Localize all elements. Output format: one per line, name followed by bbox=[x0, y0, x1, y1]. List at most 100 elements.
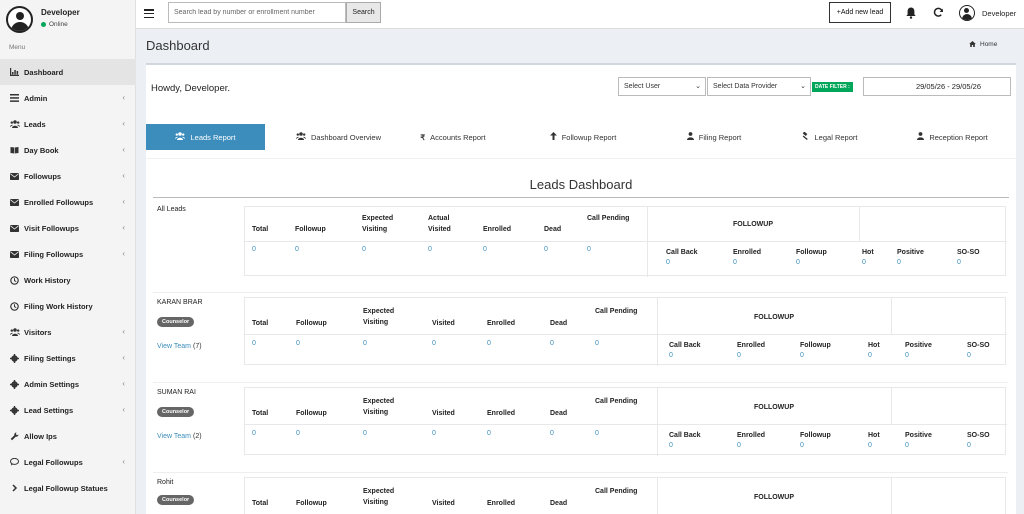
followup-value[interactable]: 0 bbox=[868, 352, 872, 359]
refresh-icon[interactable] bbox=[933, 7, 944, 18]
followup-value[interactable]: 0 bbox=[796, 259, 800, 266]
tab-leads-report[interactable]: Leads Report bbox=[146, 124, 265, 150]
followup-value[interactable]: 0 bbox=[862, 259, 866, 266]
leads-dashboard-title: Leads Dashboard bbox=[529, 177, 633, 192]
stat-value[interactable]: 0 bbox=[550, 340, 554, 347]
stat-value[interactable]: 0 bbox=[252, 246, 256, 253]
sidebar-item-leads[interactable]: Leads ‹ bbox=[0, 111, 136, 137]
column-header: Followup bbox=[296, 410, 327, 417]
sidebar-item-work-history[interactable]: Work History bbox=[0, 267, 136, 293]
column-header: Enrolled bbox=[487, 410, 516, 417]
followup-value[interactable]: 0 bbox=[967, 352, 971, 359]
stat-value[interactable]: 0 bbox=[362, 246, 366, 253]
stat-value[interactable]: 0 bbox=[363, 430, 367, 437]
tab-dashboard-overview[interactable]: Dashboard Overview bbox=[265, 124, 412, 150]
followup-value[interactable]: 0 bbox=[905, 352, 909, 359]
tab-reception-report[interactable]: Reception Report bbox=[889, 124, 1016, 150]
sidebar-item-dashboard[interactable]: Dashboard bbox=[0, 59, 136, 85]
followup-value[interactable]: 0 bbox=[666, 259, 670, 266]
sidebar-item-legal-followups[interactable]: Legal Followups ‹ bbox=[0, 449, 136, 475]
stat-value[interactable]: 0 bbox=[432, 340, 436, 347]
stat-value[interactable]: 0 bbox=[487, 430, 491, 437]
view-team-link[interactable]: View Team (2) bbox=[157, 433, 202, 440]
greeting: Howdy, Developer. bbox=[151, 83, 231, 94]
followup-header: FOLLOWUP bbox=[732, 221, 774, 228]
sidebar-item-visit-followups[interactable]: Visit Followups ‹ bbox=[0, 215, 136, 241]
stat-value[interactable]: 0 bbox=[252, 340, 256, 347]
followup-value[interactable]: 0 bbox=[737, 352, 741, 359]
stat-value[interactable]: 0 bbox=[363, 340, 367, 347]
followup-column-header: SO-SO bbox=[957, 249, 980, 256]
followup-value[interactable]: 0 bbox=[967, 442, 971, 449]
stat-value[interactable]: 0 bbox=[544, 246, 548, 253]
list-icon bbox=[9, 94, 20, 103]
column-header: Dead bbox=[550, 320, 568, 327]
column-header: Dead bbox=[550, 500, 568, 507]
sidebar-item-admin[interactable]: Admin ‹ bbox=[0, 85, 136, 111]
select-data-provider-dropdown[interactable]: Select Data Provider ⌄ bbox=[707, 77, 811, 96]
breadcrumb[interactable]: Home bbox=[969, 41, 997, 48]
followup-value[interactable]: 0 bbox=[868, 442, 872, 449]
view-team-label[interactable]: View Team bbox=[157, 433, 191, 440]
followup-value[interactable]: 0 bbox=[737, 442, 741, 449]
view-team-label[interactable]: View Team bbox=[157, 343, 191, 350]
sidebar-item-filing-followups[interactable]: Filing Followups ‹ bbox=[0, 241, 136, 267]
sidebar-item-enrolled-followups[interactable]: Enrolled Followups ‹ bbox=[0, 189, 136, 215]
tab-label: Leads Report bbox=[190, 132, 236, 142]
add-new-lead-button[interactable]: +Add new lead bbox=[829, 2, 891, 23]
followup-value[interactable]: 0 bbox=[897, 259, 901, 266]
select-user-dropdown[interactable]: Select User ⌄ bbox=[618, 77, 706, 96]
followup-value[interactable]: 0 bbox=[957, 259, 961, 266]
stat-value[interactable]: 0 bbox=[252, 430, 256, 437]
stat-value[interactable]: 0 bbox=[296, 430, 300, 437]
sidebar-item-allow-ips[interactable]: Allow Ips bbox=[0, 423, 136, 449]
all-leads-block: All Leads FOLLOWUP Total 0 Followup 0 Expected… bbox=[153, 202, 1008, 290]
stat-value[interactable]: 0 bbox=[587, 246, 591, 253]
stat-value[interactable]: 0 bbox=[550, 430, 554, 437]
counselor-block: SUMAN RAI Counselor View Team (2) FOLLOWUP To… bbox=[153, 382, 1008, 470]
followup-value[interactable]: 0 bbox=[733, 259, 737, 266]
followup-value[interactable]: 0 bbox=[800, 442, 804, 449]
column-header: Enrolled bbox=[487, 500, 516, 507]
sidebar-item-admin-settings[interactable]: Admin Settings ‹ bbox=[0, 371, 136, 397]
top-user-name[interactable]: Developer bbox=[982, 9, 1016, 18]
stat-value[interactable]: 0 bbox=[487, 340, 491, 347]
stat-value[interactable]: 0 bbox=[295, 246, 299, 253]
tab-accounts-report[interactable]: ₹ Accounts Report bbox=[399, 124, 507, 150]
bell-icon[interactable] bbox=[906, 7, 916, 19]
followup-value[interactable]: 0 bbox=[669, 442, 673, 449]
followup-value[interactable]: 0 bbox=[800, 352, 804, 359]
breadcrumb-home[interactable]: Home bbox=[980, 41, 997, 48]
search-input[interactable] bbox=[168, 2, 346, 23]
date-range-input[interactable]: 29/05/26 - 29/05/26 bbox=[863, 77, 1011, 96]
sidebar-item-lead-settings[interactable]: Lead Settings ‹ bbox=[0, 397, 136, 423]
tab-followup-report[interactable]: Followup Report bbox=[507, 124, 659, 150]
stat-value[interactable]: 0 bbox=[296, 340, 300, 347]
team-count: (2) bbox=[192, 433, 202, 440]
tab-legal-report[interactable]: Legal Report bbox=[769, 124, 889, 150]
top-user-avatar[interactable] bbox=[959, 5, 975, 21]
search-button[interactable]: Search bbox=[346, 2, 381, 23]
view-team-link[interactable]: View Team (7) bbox=[157, 343, 202, 350]
stat-value[interactable]: 0 bbox=[432, 430, 436, 437]
followup-value[interactable]: 0 bbox=[669, 352, 673, 359]
sidebar-item-label: Day Book bbox=[24, 145, 59, 155]
hamburger-icon[interactable] bbox=[144, 9, 154, 19]
stat-value[interactable]: 0 bbox=[595, 340, 599, 347]
stat-value[interactable]: 0 bbox=[428, 246, 432, 253]
lead-owner-name: All Leads bbox=[157, 206, 186, 213]
sidebar-item-filing-work-history[interactable]: Filing Work History bbox=[0, 293, 136, 319]
sidebar-item-day-book[interactable]: Day Book ‹ bbox=[0, 137, 136, 163]
envelope-icon bbox=[9, 224, 20, 233]
tab-filing-report[interactable]: Filing Report bbox=[659, 124, 769, 150]
sidebar-item-visitors[interactable]: Visitors ‹ bbox=[0, 319, 136, 345]
followup-header: FOLLOWUP bbox=[753, 494, 795, 501]
col-divider bbox=[891, 298, 892, 334]
col-divider bbox=[859, 207, 860, 241]
stat-value[interactable]: 0 bbox=[595, 430, 599, 437]
sidebar-item-filing-settings[interactable]: Filing Settings ‹ bbox=[0, 345, 136, 371]
followup-value[interactable]: 0 bbox=[905, 442, 909, 449]
sidebar-item-legal-followup-statues[interactable]: Legal Followup Statues bbox=[0, 475, 136, 501]
sidebar-item-followups[interactable]: Followups ‹ bbox=[0, 163, 136, 189]
stat-value[interactable]: 0 bbox=[483, 246, 487, 253]
